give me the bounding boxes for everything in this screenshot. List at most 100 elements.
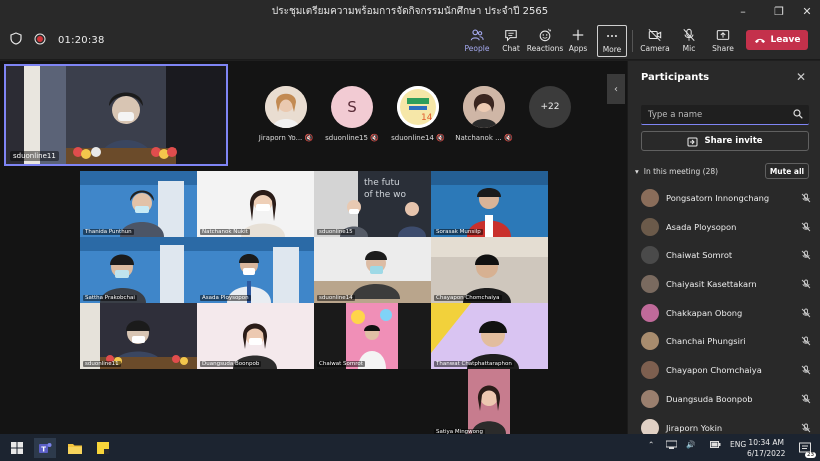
window-title: ประชุมเตรียมความพร้อมการจัดกิจกรรมนักศึก…	[271, 5, 549, 17]
input-language[interactable]: ENG	[730, 440, 746, 449]
battery-icon[interactable]	[710, 440, 721, 451]
svg-text:of the wo: of the wo	[364, 190, 407, 200]
network-icon[interactable]	[665, 440, 678, 451]
close-icon[interactable]: ✕	[792, 0, 820, 22]
avatar: 14	[397, 86, 439, 128]
avatar-name: Natchanok ...	[455, 134, 502, 142]
chevron-up-icon[interactable]: ⌃	[648, 440, 654, 449]
avatar	[641, 275, 659, 293]
clock-date: 6/17/2022	[747, 449, 786, 458]
participant-tile[interactable]: Natchanok ... 🔇	[454, 86, 514, 142]
camera-label: Camera	[640, 44, 670, 53]
mic-label: Mic	[682, 44, 696, 53]
apps-button[interactable]: Apps	[561, 25, 595, 57]
windows-start-icon[interactable]	[6, 438, 28, 458]
pinned-video-tile[interactable]: sduonline11	[4, 64, 228, 166]
gallery-cell: Natchanok Nukit	[197, 171, 314, 237]
share-icon	[716, 30, 730, 40]
participant-name: Chayapon Chomchaiya	[666, 365, 762, 375]
event-logo-icon: 14	[397, 86, 439, 128]
hangup-icon	[754, 38, 765, 43]
mute-all-button[interactable]: Mute all	[765, 163, 809, 179]
participant-row[interactable]: Asada Ploysopon	[641, 217, 811, 237]
participant-tile[interactable]: 14 sduonline14 🔇	[388, 86, 448, 142]
cell-name: Thanwat Chatphattaraphon	[434, 361, 514, 367]
participant-row[interactable]: Chayapon Chomchaiya	[641, 360, 811, 380]
participant-search-input[interactable]: Type a name	[641, 105, 809, 125]
close-panel-icon[interactable]: ✕	[796, 70, 806, 84]
people-button[interactable]: People	[460, 25, 494, 57]
title-bar: ประชุมเตรียมความพร้อมการจัดกิจกรรมนักศึก…	[0, 0, 820, 22]
share-invite-label: Share invite	[704, 136, 763, 146]
panel-title: Participants	[641, 72, 710, 83]
mic-off-icon	[801, 423, 811, 433]
teams-taskbar-icon[interactable]: T	[34, 438, 56, 458]
overflow-participants-button[interactable]: +22	[529, 86, 571, 128]
volume-icon[interactable]: 🔊	[686, 440, 695, 449]
participant-row[interactable]: Chaiyasit Kasettakarn	[641, 274, 811, 294]
shield-icon[interactable]	[10, 32, 22, 48]
avatar	[463, 86, 505, 128]
chat-icon	[505, 30, 517, 42]
svg-text:T: T	[41, 446, 46, 454]
in-meeting-section-toggle[interactable]: ▾ In this meeting (28)	[635, 167, 718, 176]
svg-text:the futu: the futu	[364, 178, 400, 188]
reactions-button[interactable]: Reactions	[527, 25, 563, 57]
participant-row[interactable]: Chakkapan Obong	[641, 303, 811, 323]
notifications-icon[interactable]: 23	[794, 438, 816, 458]
share-invite-button[interactable]: Share invite	[641, 131, 809, 151]
gallery-cell: Chaiwat Somrot	[314, 303, 431, 369]
participant-name: Jiraporn Yokin	[666, 423, 723, 433]
toolbar-divider	[632, 30, 633, 52]
camera-button[interactable]: Camera	[638, 25, 672, 57]
cell-name: Thanida Punthun	[83, 229, 134, 235]
windows-taskbar: T ⌃ 🔊 ENG 10:34 AM 6/17/2022 23	[0, 434, 820, 461]
search-icon	[793, 109, 803, 122]
avatar	[641, 304, 659, 322]
leave-label: Leave	[770, 35, 801, 45]
avatar: S	[331, 86, 373, 128]
mic-button[interactable]: Mic	[672, 25, 706, 57]
participant-name: Duangsuda Boonpob	[666, 394, 753, 404]
participant-row[interactable]: Duangsuda Boonpob	[641, 389, 811, 409]
meeting-toolbar: 01:20:38 People Chat Reactions Apps More…	[0, 22, 820, 60]
leave-button[interactable]: Leave	[746, 30, 808, 50]
system-clock[interactable]: 10:34 AM 6/17/2022	[747, 437, 785, 459]
chevron-left-icon[interactable]: ‹	[607, 74, 625, 104]
mic-off-icon: 🔇	[504, 134, 513, 142]
share-label: Share	[712, 44, 734, 53]
gallery-cell: Duangsuda Boonpob	[197, 303, 314, 369]
chat-button[interactable]: Chat	[494, 25, 528, 57]
minimize-icon[interactable]: –	[728, 0, 758, 22]
apps-label: Apps	[568, 44, 588, 53]
share-button[interactable]: Share	[706, 25, 740, 57]
avatar	[641, 218, 659, 236]
file-explorer-icon[interactable]	[64, 438, 86, 458]
participant-tile[interactable]: Jiraporn Yo... 🔇	[256, 86, 316, 142]
mic-off-icon	[801, 250, 811, 260]
participant-name: Asada Ploysopon	[666, 222, 737, 232]
cell-name: Sattha Prakobchai	[83, 295, 137, 301]
gallery-caption: Satiya Mingwong	[431, 424, 548, 435]
cell-name: Sorasak Munsilp	[434, 229, 483, 235]
chevron-down-icon: ▾	[635, 167, 639, 176]
meeting-timer: 01:20:38	[58, 34, 105, 46]
gallery-cell: sduonline14	[314, 237, 431, 303]
participant-tile[interactable]: S sduonline15 🔇	[322, 86, 382, 142]
mic-off-icon	[801, 222, 811, 232]
participant-row[interactable]: Chanchai Phungsiri	[641, 331, 811, 351]
video-feed	[6, 66, 226, 164]
more-button[interactable]: More	[597, 25, 627, 57]
clock-time: 10:34 AM	[748, 438, 785, 447]
cell-name: Chayapon Chomchaiya	[434, 295, 502, 301]
participant-row[interactable]: Pongsatorn Innongchang	[641, 188, 811, 208]
mic-off-icon: 🔇	[436, 134, 445, 142]
chat-label: Chat	[502, 44, 520, 53]
avatar	[641, 189, 659, 207]
maximize-icon[interactable]: ❐	[764, 0, 794, 22]
sticky-notes-icon[interactable]	[92, 438, 114, 458]
search-placeholder: Type a name	[648, 110, 703, 120]
mic-off-icon	[683, 28, 695, 42]
participant-row[interactable]: Chaiwat Somrot	[641, 245, 811, 265]
gallery-cell: Sorasak Munsilp	[431, 171, 548, 237]
